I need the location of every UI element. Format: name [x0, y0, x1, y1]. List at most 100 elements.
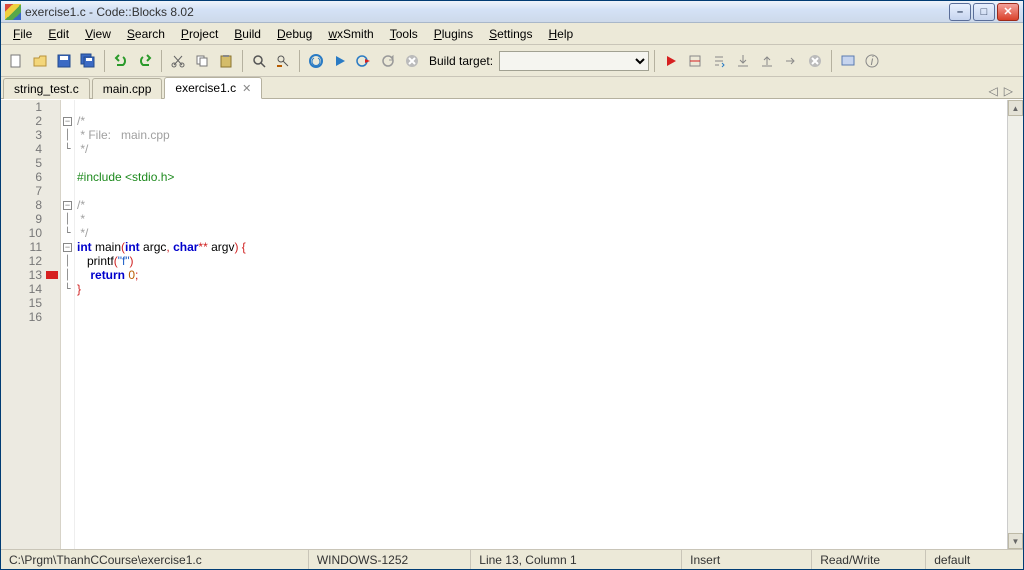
- toolbar: Build target: i: [1, 45, 1023, 77]
- code-line[interactable]: */: [77, 226, 1007, 240]
- menu-file[interactable]: File: [5, 25, 40, 43]
- line-number[interactable]: 14: [1, 282, 60, 296]
- menu-debug[interactable]: Debug: [269, 25, 320, 43]
- status-path: C:\Prgm\ThanhCCourse\exercise1.c: [1, 550, 309, 569]
- save-all-button[interactable]: [77, 50, 99, 72]
- fold-marker: [61, 100, 74, 114]
- fold-marker[interactable]: −: [61, 114, 74, 128]
- fold-column[interactable]: −│└−│└−││└: [61, 100, 75, 549]
- code-area[interactable]: /* * File: main.cpp */ #include <stdio.h>…: [75, 100, 1007, 549]
- line-number[interactable]: 2: [1, 114, 60, 128]
- code-line[interactable]: * File: main.cpp: [77, 128, 1007, 142]
- code-line[interactable]: [77, 100, 1007, 114]
- vertical-scrollbar[interactable]: ▲ ▼: [1007, 100, 1023, 549]
- editor-tab-bar: string_test.cmain.cppexercise1.c✕ ◁ ▷: [1, 77, 1023, 99]
- menu-view[interactable]: View: [77, 25, 119, 43]
- fold-marker[interactable]: −: [61, 240, 74, 254]
- menu-settings[interactable]: Settings: [481, 25, 540, 43]
- menu-project[interactable]: Project: [173, 25, 226, 43]
- tab-main-cpp[interactable]: main.cpp: [92, 78, 163, 99]
- stop-debug-button[interactable]: [804, 50, 826, 72]
- replace-button[interactable]: [272, 50, 294, 72]
- scroll-track[interactable]: [1008, 116, 1023, 533]
- info-button[interactable]: i: [861, 50, 883, 72]
- line-number[interactable]: 3: [1, 128, 60, 142]
- next-line-button[interactable]: [708, 50, 730, 72]
- code-line[interactable]: int main(int argc, char** argv) {: [77, 240, 1007, 254]
- line-number[interactable]: 7: [1, 184, 60, 198]
- svg-text:i: i: [871, 54, 874, 68]
- menu-plugins[interactable]: Plugins: [426, 25, 481, 43]
- line-number[interactable]: 8: [1, 198, 60, 212]
- fold-marker: [61, 310, 74, 324]
- menu-search[interactable]: Search: [119, 25, 173, 43]
- line-number[interactable]: 11: [1, 240, 60, 254]
- build-target-select[interactable]: [499, 51, 649, 71]
- menu-edit[interactable]: Edit: [40, 25, 77, 43]
- debugging-windows-button[interactable]: [837, 50, 859, 72]
- code-line[interactable]: */: [77, 142, 1007, 156]
- title-bar: exercise1.c - Code::Blocks 8.02 – □ ✕: [1, 1, 1023, 23]
- line-number[interactable]: 12: [1, 254, 60, 268]
- code-line[interactable]: }: [77, 282, 1007, 296]
- step-out-button[interactable]: [756, 50, 778, 72]
- line-number[interactable]: 5: [1, 156, 60, 170]
- line-number[interactable]: 13: [1, 268, 60, 282]
- tab-exercise1-c[interactable]: exercise1.c✕: [164, 77, 262, 99]
- debug-start-button[interactable]: [660, 50, 682, 72]
- line-number[interactable]: 6: [1, 170, 60, 184]
- menu-wxsmith[interactable]: wxSmith: [320, 25, 381, 43]
- redo-button[interactable]: [134, 50, 156, 72]
- new-file-button[interactable]: [5, 50, 27, 72]
- code-line[interactable]: return 0;: [77, 268, 1007, 282]
- fold-marker: [61, 184, 74, 198]
- tab-close-icon[interactable]: ✕: [242, 83, 251, 95]
- tab-next-button[interactable]: ▷: [1004, 84, 1013, 98]
- fold-marker[interactable]: −: [61, 198, 74, 212]
- menu-help[interactable]: Help: [540, 25, 581, 43]
- tab-string_test-c[interactable]: string_test.c: [3, 78, 90, 99]
- line-number[interactable]: 1: [1, 100, 60, 114]
- code-line[interactable]: #include <stdio.h>: [77, 170, 1007, 184]
- copy-button[interactable]: [191, 50, 213, 72]
- code-line[interactable]: /*: [77, 114, 1007, 128]
- run-to-cursor-button[interactable]: [684, 50, 706, 72]
- menu-build[interactable]: Build: [226, 25, 269, 43]
- maximize-button[interactable]: □: [973, 3, 995, 21]
- status-bar: C:\Prgm\ThanhCCourse\exercise1.c WINDOWS…: [1, 549, 1023, 569]
- scroll-down-button[interactable]: ▼: [1008, 533, 1023, 549]
- step-into-button[interactable]: [732, 50, 754, 72]
- code-editor[interactable]: 12345678910111213141516 −│└−│└−││└ /* * …: [1, 99, 1023, 549]
- rebuild-button[interactable]: [377, 50, 399, 72]
- code-line[interactable]: [77, 184, 1007, 198]
- run-button[interactable]: [329, 50, 351, 72]
- save-button[interactable]: [53, 50, 75, 72]
- find-button[interactable]: [248, 50, 270, 72]
- undo-button[interactable]: [110, 50, 132, 72]
- minimize-button[interactable]: –: [949, 3, 971, 21]
- build-button[interactable]: [305, 50, 327, 72]
- cut-button[interactable]: [167, 50, 189, 72]
- abort-button[interactable]: [401, 50, 423, 72]
- close-button[interactable]: ✕: [997, 3, 1019, 21]
- line-number-gutter[interactable]: 12345678910111213141516: [1, 100, 61, 549]
- code-line[interactable]: [77, 296, 1007, 310]
- paste-button[interactable]: [215, 50, 237, 72]
- line-number[interactable]: 15: [1, 296, 60, 310]
- line-number[interactable]: 9: [1, 212, 60, 226]
- code-line[interactable]: /*: [77, 198, 1007, 212]
- menu-tools[interactable]: Tools: [382, 25, 426, 43]
- code-line[interactable]: [77, 156, 1007, 170]
- line-number[interactable]: 16: [1, 310, 60, 324]
- scroll-up-button[interactable]: ▲: [1008, 100, 1023, 116]
- line-number[interactable]: 4: [1, 142, 60, 156]
- code-line[interactable]: [77, 310, 1007, 324]
- breakpoint-marker[interactable]: [46, 271, 58, 279]
- next-instr-button[interactable]: [780, 50, 802, 72]
- line-number[interactable]: 10: [1, 226, 60, 240]
- build-run-button[interactable]: [353, 50, 375, 72]
- code-line[interactable]: printf("f"): [77, 254, 1007, 268]
- code-line[interactable]: *: [77, 212, 1007, 226]
- tab-prev-button[interactable]: ◁: [989, 84, 998, 98]
- open-file-button[interactable]: [29, 50, 51, 72]
